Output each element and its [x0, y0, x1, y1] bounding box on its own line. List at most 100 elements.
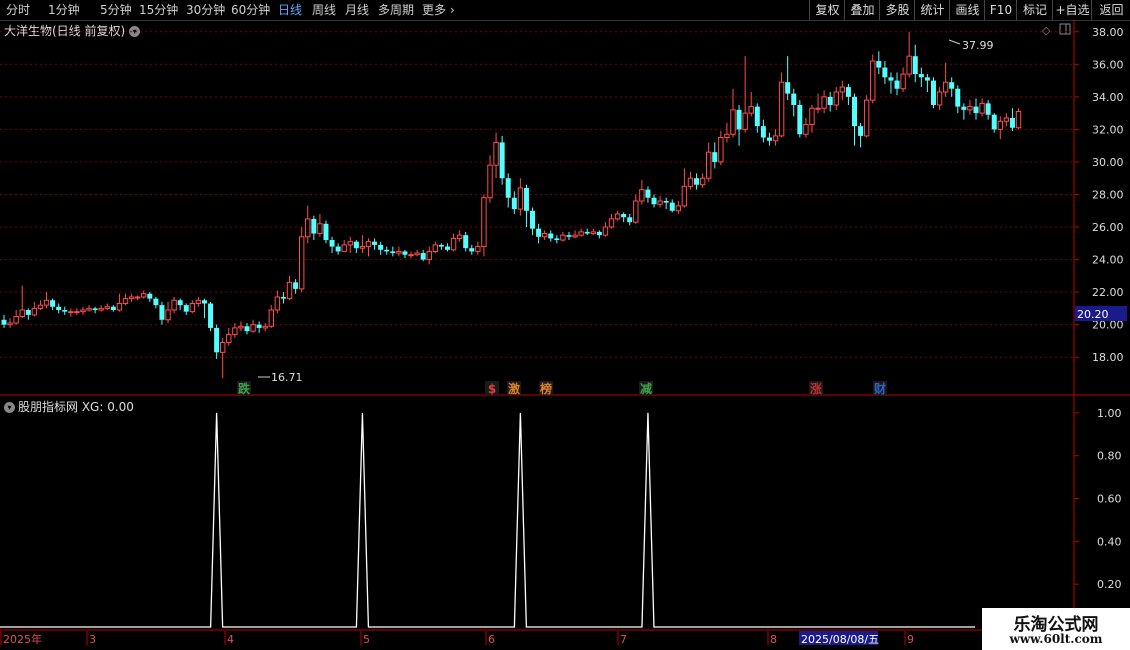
candle-body-up [226, 333, 232, 344]
candle-body-down [694, 178, 700, 185]
candle-body-up [432, 244, 439, 252]
price-tick-label: 36.00 [1092, 58, 1124, 71]
watermark: 乐淘公式网 www.60lt.com [982, 608, 1130, 650]
candle-body-down [712, 152, 718, 162]
xg-indicator-line [0, 412, 975, 628]
time-axis-label: 8 [770, 633, 777, 646]
candle-body-up [7, 322, 13, 326]
candle-body-up [165, 309, 171, 321]
candle-body-down [214, 327, 220, 353]
candle-body-up [870, 60, 876, 101]
event-marker[interactable]: 财 [873, 381, 886, 396]
candle-body-down [645, 189, 651, 198]
candle-body-up [80, 309, 86, 313]
candle-body-up [687, 177, 694, 187]
time-axis-label: 9 [907, 633, 914, 646]
candle-body-up [517, 187, 524, 210]
candle-body-up [13, 316, 19, 324]
candle-body-down [1009, 118, 1015, 128]
kline-chart[interactable]: ◇ 38.00 36.00 34.00 32.00 30.00 28.00 26.00 24.… [0, 0, 1130, 650]
candle-body-down [554, 238, 560, 241]
candle-body-down [280, 296, 286, 299]
candle-body-up [37, 304, 44, 309]
event-marker[interactable]: 跌 [238, 381, 251, 396]
high-arrow-line [948, 39, 961, 45]
candle-body-up [590, 231, 596, 235]
event-marker[interactable]: $ [488, 382, 496, 396]
indicator-tick-label: 0.20 [1097, 578, 1122, 591]
low-annotation: 16.71 [271, 371, 303, 384]
candle-body-up [578, 231, 584, 236]
time-axis-label: 5 [363, 633, 370, 646]
candle-body-up [730, 109, 736, 135]
candle-body-down [930, 80, 936, 105]
candle-body-up [706, 151, 712, 179]
price-tick-label: 38.00 [1092, 26, 1124, 39]
candle-body-down [92, 308, 98, 311]
event-marker[interactable]: 涨 [810, 381, 822, 396]
candle-body-down [536, 228, 542, 237]
candle-body-down [888, 77, 894, 81]
candle-body-up [675, 205, 682, 212]
candle-body-up [116, 303, 123, 311]
candle-body-up [614, 213, 621, 220]
event-marker[interactable]: 激 [508, 381, 520, 396]
candle-body-up [134, 296, 141, 299]
candle-body-down [444, 246, 450, 250]
candle-body-up [900, 73, 906, 90]
candle-body-down [256, 324, 262, 328]
candle-body-up [232, 327, 238, 335]
candle-body-up [481, 197, 487, 248]
candle-body-up [560, 234, 566, 241]
candle-body-down [548, 233, 554, 239]
candle-body-down [1, 319, 7, 325]
high-annotation: 37.99 [962, 39, 994, 52]
candle-body-up [426, 250, 432, 261]
candle-body-down [110, 306, 116, 311]
candle-body-up [657, 200, 663, 205]
candle-body-down [183, 305, 189, 312]
candle-body-up [572, 234, 578, 238]
candle-body-up [633, 200, 639, 223]
candle-body-up [171, 299, 177, 311]
candle-body-down [372, 241, 378, 245]
candle-body-up [718, 137, 724, 163]
candle-body-up [305, 218, 311, 238]
candle-body-up [803, 124, 809, 135]
panel-toggle-icon[interactable] [1059, 23, 1071, 35]
candle-body-down [177, 300, 183, 306]
event-marker[interactable]: 榜 [540, 381, 552, 396]
candle-body-up [19, 309, 25, 318]
candle-body-down [876, 61, 882, 68]
indicator-tick-label: 0.40 [1097, 535, 1122, 548]
candle-body-up [608, 218, 615, 228]
candle-body-down [505, 178, 511, 198]
indicator-tick-label: 1.00 [1097, 407, 1122, 420]
diamond-icon[interactable]: ◇ [1042, 24, 1051, 37]
candle-body-down [511, 197, 517, 210]
candle-body-down [523, 187, 529, 211]
watermark-url: www.60lt.com [1009, 632, 1103, 646]
candle-body-up [347, 241, 353, 246]
candle-body-up [74, 311, 80, 314]
event-marker[interactable]: 减 [640, 381, 652, 396]
price-tick-label: 28.00 [1092, 188, 1124, 201]
candle-body-down [566, 235, 572, 237]
price-tick-label: 18.00 [1092, 351, 1124, 364]
candle-body-down [797, 104, 803, 135]
candle-body-down [25, 310, 31, 315]
candle-body-up [821, 96, 827, 109]
candle-body-up [31, 307, 38, 316]
price-tick-label: 24.00 [1092, 254, 1124, 267]
price-tick-label: 30.00 [1092, 156, 1124, 169]
candle-body-down [353, 241, 359, 249]
candle-body-up [396, 250, 402, 254]
candle-body-down [50, 300, 56, 307]
candle-body-up [68, 311, 74, 314]
candle-body-up [742, 112, 748, 130]
candle-body-down [390, 251, 396, 254]
candle-body-up [141, 293, 147, 298]
candle-body-up [317, 223, 323, 235]
price-tick-label: 22.00 [1092, 286, 1124, 299]
candle-body-up [262, 325, 268, 329]
